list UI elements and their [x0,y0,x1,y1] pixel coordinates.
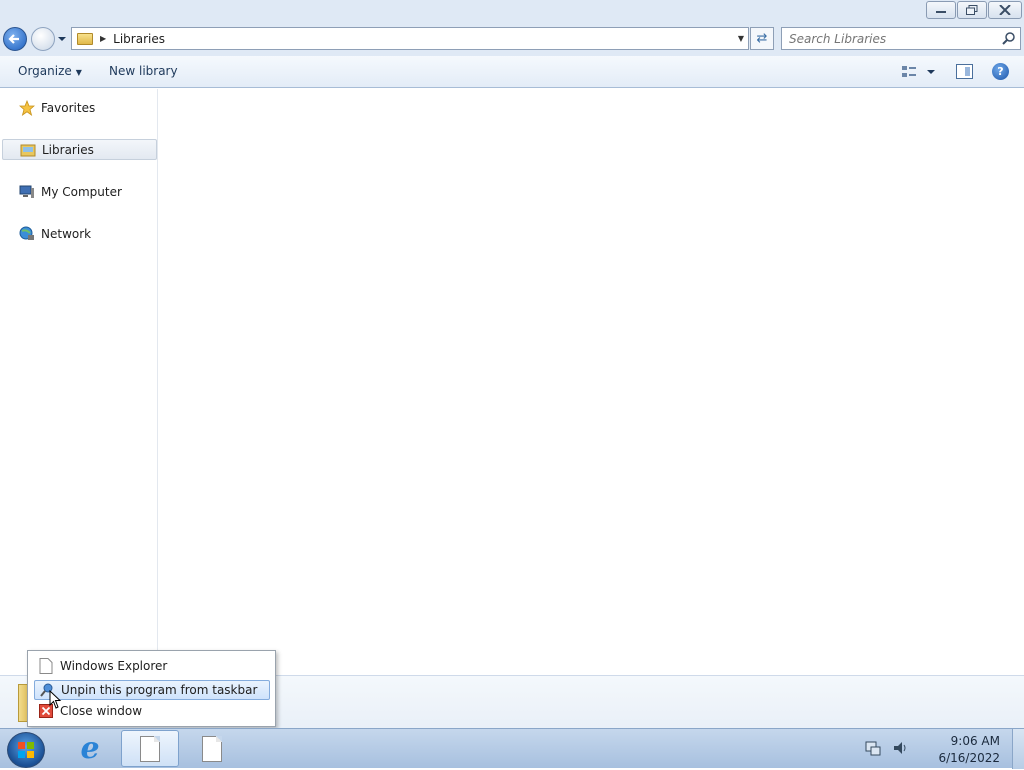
close-icon [999,5,1011,15]
jump-list-item-close-window[interactable]: Close window [34,701,270,721]
system-clock[interactable]: 9:06 AM 6/16/2022 [938,733,1000,767]
address-row: ▶ Libraries ▼ ⇄ [0,22,1024,56]
preview-pane-button[interactable] [956,64,973,79]
jump-list-item-unpin[interactable]: Unpin this program from taskbar [34,680,270,700]
volume-icon[interactable] [892,739,910,757]
libraries-folder-icon [20,142,36,158]
taskbar: e 9:06 AM 6/16/2022 [0,728,1024,769]
minimize-icon [936,11,946,13]
refresh-button[interactable]: ⇄ [750,27,774,50]
windows-logo-icon [18,742,34,758]
star-icon [19,99,35,116]
title-bar[interactable] [0,0,1024,22]
taskbar-windows-explorer[interactable] [121,730,179,767]
view-options-icon [902,66,935,77]
search-icon[interactable] [1002,31,1016,45]
clock-date: 6/16/2022 [938,751,1000,765]
nav-label: My Computer [41,184,122,199]
forward-button[interactable] [31,27,55,51]
new-library-button[interactable]: New library [109,64,178,78]
restore-button[interactable] [957,1,987,19]
navigation-pane: Favorites Libraries My Computer Network [0,89,158,675]
chevron-down-icon: ▼ [75,68,82,77]
document-icon [140,735,160,762]
command-bar: Organize ▼ New library ? [0,56,1024,88]
nav-label: Network [41,226,92,241]
nav-item-libraries[interactable]: Libraries [2,139,157,160]
address-dropdown-icon[interactable]: ▼ [738,34,744,43]
libraries-folder-icon [77,32,93,45]
caption-buttons [925,1,1022,19]
network-icon [19,226,35,242]
recent-pages-chevron-icon[interactable] [57,34,67,44]
back-arrow-icon [8,34,19,44]
breadcrumb-libraries[interactable]: Libraries [113,32,165,46]
new-library-label: New library [109,64,178,78]
minimize-button[interactable] [926,1,956,19]
address-bar[interactable]: ▶ Libraries ▼ [71,27,749,50]
clock-time: 9:06 AM [950,734,1000,748]
network-status-icon[interactable] [864,739,882,757]
help-icon: ? [997,65,1004,78]
nav-label: Libraries [42,142,94,157]
show-desktop-button[interactable] [1012,729,1024,769]
taskbar-internet-explorer[interactable]: e [61,730,119,767]
start-button[interactable] [7,732,45,768]
explorer-window: ▶ Libraries ▼ ⇄ Organize▼ New library ? [0,0,1024,728]
change-view-button[interactable] [901,64,937,83]
organize-label: Organize [18,64,72,78]
document-icon [202,735,222,762]
computer-icon [19,184,35,200]
internet-explorer-icon: e [80,731,100,766]
jump-list-label: Unpin this program from taskbar [61,683,258,697]
help-button[interactable]: ? [992,63,1009,80]
nav-item-favorites[interactable]: Favorites [2,97,157,118]
close-button[interactable] [988,1,1022,19]
back-button[interactable] [3,27,27,51]
restore-icon [966,5,978,15]
breadcrumb-separator-icon[interactable]: ▶ [100,34,106,43]
nav-label: Favorites [41,100,96,115]
jump-list-menu: Windows Explorer Unpin this program from… [27,650,276,727]
search-box[interactable] [781,27,1021,50]
mouse-cursor-icon [49,690,62,709]
nav-item-my-computer[interactable]: My Computer [2,181,157,202]
taskbar-program[interactable] [183,730,241,767]
jump-list-item-windows-explorer[interactable]: Windows Explorer [34,656,270,676]
organize-button[interactable]: Organize ▼ [18,64,82,78]
nav-item-network[interactable]: Network [2,223,157,244]
search-input[interactable] [782,28,992,49]
refresh-icon: ⇄ [756,31,768,46]
system-tray [864,739,910,757]
jump-list-label: Windows Explorer [60,659,168,673]
document-icon [38,658,54,674]
jump-list-label: Close window [60,704,143,718]
